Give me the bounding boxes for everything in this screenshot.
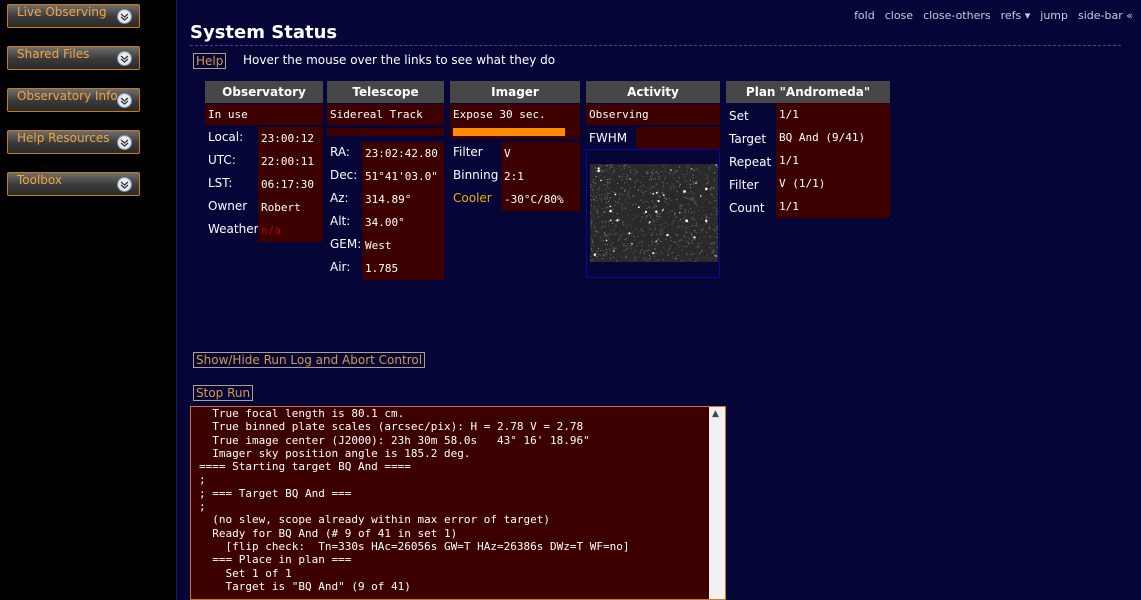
scroll-up-icon[interactable]: ▲ (712, 409, 719, 419)
plan-target-value: BQ And (9/41) (776, 126, 890, 149)
nav-fold[interactable]: fold (854, 9, 875, 22)
lst-label: LST: (208, 176, 233, 190)
exposure-progress-fill (453, 128, 565, 136)
top-nav: fold close close-others refs ▾ jump side-bar … (844, 9, 1133, 22)
gem-value: West (362, 234, 444, 257)
cooler-label[interactable]: Cooler (453, 191, 492, 205)
local-value: 23:00:12 (258, 127, 323, 150)
alt-label: Alt: (330, 214, 351, 228)
telescope-panel: Telescope Sidereal Track RA: 23:02:42.80… (327, 81, 444, 280)
sidebar-item-label: Observatory Info (17, 89, 118, 103)
hint-text: Hover the mouse over the links to see wh… (243, 53, 556, 67)
telescope-progress-bar (327, 128, 444, 136)
cooler-value: -30°C/80% (501, 188, 580, 211)
telescope-header: Telescope (327, 81, 444, 103)
fwhm-value (636, 127, 720, 149)
plan-filter-value: V (1/1) (776, 172, 890, 195)
az-value: 314.89° (362, 188, 444, 211)
chevron-down-icon (117, 9, 132, 24)
plan-filter-label: Filter (729, 178, 759, 192)
sidebar-item-label: Toolbox (17, 173, 62, 187)
sidebar-item-label: Help Resources (17, 131, 110, 145)
plan-repeat-label: Repeat (729, 155, 772, 169)
plan-repeat-value: 1/1 (776, 149, 890, 172)
help-button[interactable]: Help (193, 53, 227, 69)
weather-label: Weather (208, 222, 259, 236)
activity-header: Activity (586, 81, 720, 103)
az-label: Az: (330, 191, 349, 205)
owner-value: Robert (258, 196, 323, 219)
observatory-header: Observatory (205, 81, 323, 103)
nav-refs[interactable]: refs ▾ (1001, 9, 1031, 22)
air-value: 1.785 (362, 257, 444, 280)
star-field-image[interactable] (590, 164, 718, 262)
lst-value: 06:17:30 (258, 173, 323, 196)
title-divider (190, 45, 1121, 46)
filter-value: V (501, 142, 580, 165)
utc-value: 22:00:11 (258, 150, 323, 173)
sidebar-item-label: Shared Files (17, 47, 90, 61)
local-label: Local: (208, 130, 244, 144)
dec-value: 51°41'03.0" (362, 165, 444, 188)
stop-run-button[interactable]: Stop Run (193, 385, 254, 401)
chevron-down-icon (117, 135, 132, 150)
dec-label: Dec: (330, 168, 358, 182)
chevron-down-icon (117, 93, 132, 108)
chevron-down-icon (117, 177, 132, 192)
imager-panel: Imager Expose 30 sec. Filter V Binning 2… (450, 81, 580, 211)
observatory-status: In use (205, 104, 323, 125)
run-log-scrollbar[interactable]: ▲ (709, 407, 725, 599)
gem-label: GEM: (330, 237, 362, 251)
observatory-panel: Observatory In use Local: 23:00:12 UTC: … (205, 81, 323, 242)
image-preview-frame (586, 149, 720, 278)
air-label: Air: (330, 260, 351, 274)
alt-value: 34.00° (362, 211, 444, 234)
ra-label: RA: (330, 145, 350, 159)
plan-header: Plan "Andromeda" (726, 81, 890, 103)
nav-close[interactable]: close (885, 9, 913, 22)
run-log[interactable]: True focal length is 80.1 cm. True binne… (190, 406, 726, 600)
nav-close-others[interactable]: close-others (923, 9, 991, 22)
sidebar-item-live-observing[interactable]: Live Observing (7, 4, 140, 28)
owner-label: Owner (208, 199, 248, 213)
ra-value: 23:02:42.80 (362, 142, 444, 165)
binning-label: Binning (453, 168, 499, 182)
page-title: System Status (190, 22, 338, 43)
toggle-run-log-button[interactable]: Show/Hide Run Log and Abort Control (193, 352, 426, 368)
activity-status: Observing (586, 104, 720, 125)
sidebar-item-label: Live Observing (17, 5, 107, 19)
weather-value[interactable]: n/a (258, 219, 323, 242)
imager-header: Imager (450, 81, 580, 103)
imager-status: Expose 30 sec. (450, 104, 580, 125)
exposure-progress-track (450, 125, 580, 139)
telescope-status: Sidereal Track (327, 104, 444, 125)
utc-label: UTC: (208, 153, 236, 167)
plan-count-label: Count (729, 201, 765, 215)
sidebar-item-observatory-info[interactable]: Observatory Info (7, 88, 140, 112)
filter-label: Filter (453, 145, 483, 159)
plan-count-value: 1/1 (776, 195, 890, 218)
plan-panel: Plan "Andromeda" Set 1/1 Target BQ And (… (726, 81, 890, 218)
activity-panel: Activity Observing FWHM (586, 81, 720, 279)
sidebar-item-shared-files[interactable]: Shared Files (7, 46, 140, 70)
sidebar-item-toolbox[interactable]: Toolbox (7, 172, 140, 196)
sidebar: Live Observing Shared Files Observatory … (0, 0, 176, 600)
run-log-text: True focal length is 80.1 cm. True binne… (199, 407, 630, 593)
plan-set-value: 1/1 (776, 103, 890, 126)
plan-set-label: Set (729, 109, 749, 123)
sidebar-item-help-resources[interactable]: Help Resources (7, 130, 140, 154)
nav-side-bar[interactable]: side-bar « (1078, 9, 1133, 22)
plan-target-label: Target (729, 132, 767, 146)
nav-jump[interactable]: jump (1040, 9, 1068, 22)
main-content: fold close close-others refs ▾ jump side-bar … (176, 0, 1141, 600)
fwhm-label: FWHM (589, 131, 628, 145)
chevron-down-icon (117, 51, 132, 66)
binning-value: 2:1 (501, 165, 580, 188)
